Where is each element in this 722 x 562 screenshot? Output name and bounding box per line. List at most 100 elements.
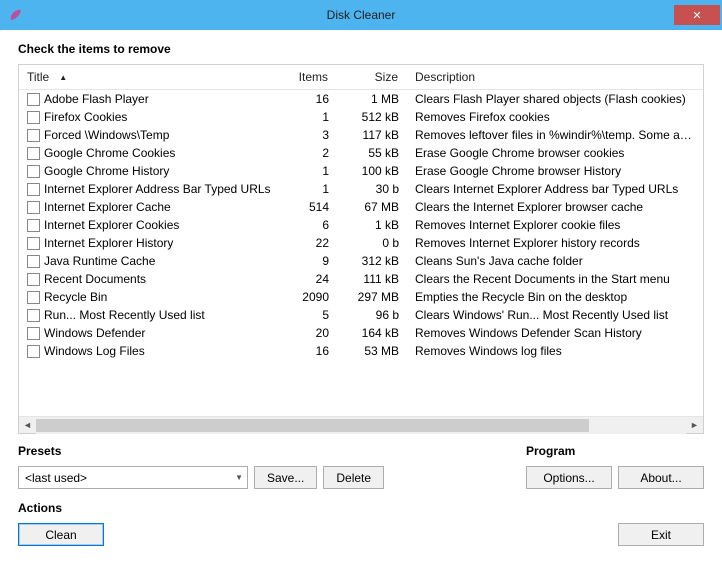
table-row[interactable]: Internet Explorer Cookies 61 kBRemoves In… (19, 216, 703, 234)
row-checkbox[interactable] (27, 183, 40, 196)
table-row[interactable]: Google Chrome Cookies255 kBErase Google … (19, 144, 703, 162)
scroll-right-button[interactable]: ► (686, 417, 703, 434)
row-items: 1 (277, 182, 337, 196)
row-items: 3 (277, 128, 337, 142)
table-row[interactable]: Internet Explorer Cache 51467 MBClears th… (19, 198, 703, 216)
row-checkbox[interactable] (27, 219, 40, 232)
column-header-items[interactable]: Items (277, 65, 337, 89)
scroll-track[interactable] (36, 417, 686, 434)
row-items: 2 (277, 146, 337, 160)
about-button[interactable]: About... (618, 466, 704, 489)
scroll-thumb[interactable] (36, 419, 589, 432)
row-title: Windows Defender (44, 326, 145, 340)
row-items: 6 (277, 218, 337, 232)
row-checkbox[interactable] (27, 345, 40, 358)
row-checkbox[interactable] (27, 111, 40, 124)
row-size: 30 b (337, 182, 407, 196)
row-description: Clears Windows' Run... Most Recently Use… (407, 308, 703, 322)
row-size: 164 kB (337, 326, 407, 340)
row-checkbox[interactable] (27, 129, 40, 142)
row-description: Clears Internet Explorer Address bar Typ… (407, 182, 703, 196)
app-icon (8, 7, 24, 23)
column-header-size[interactable]: Size (337, 65, 407, 89)
column-header-description[interactable]: Description (407, 65, 703, 89)
save-button[interactable]: Save... (254, 466, 317, 489)
row-items: 514 (277, 200, 337, 214)
row-checkbox[interactable] (27, 255, 40, 268)
row-size: 55 kB (337, 146, 407, 160)
row-checkbox[interactable] (27, 291, 40, 304)
table-row[interactable]: Firefox Cookies1512 kBRemoves Firefox co… (19, 108, 703, 126)
sort-ascending-icon: ▲ (59, 73, 67, 82)
exit-button[interactable]: Exit (618, 523, 704, 546)
row-description: Removes Firefox cookies (407, 110, 703, 124)
close-button[interactable]: ✕ (674, 5, 720, 25)
scroll-left-button[interactable]: ◄ (19, 417, 36, 434)
row-size: 53 MB (337, 344, 407, 358)
table-row[interactable]: Internet Explorer History220 bRemoves In… (19, 234, 703, 252)
window-title: Disk Cleaner (327, 8, 396, 22)
row-size: 1 MB (337, 92, 407, 106)
chevron-down-icon: ▼ (235, 473, 243, 482)
table-row[interactable]: Windows Log Files1653 MBRemoves Windows … (19, 342, 703, 360)
row-checkbox[interactable] (27, 273, 40, 286)
horizontal-scrollbar[interactable]: ◄ ► (19, 416, 703, 433)
row-items: 9 (277, 254, 337, 268)
row-description: Erase Google Chrome browser cookies (407, 146, 703, 160)
options-button[interactable]: Options... (526, 466, 612, 489)
row-title: Internet Explorer Cache (44, 200, 171, 214)
row-description: Removes Internet Explorer cookie files (407, 218, 703, 232)
table-row[interactable]: Windows Defender 20164 kBRemoves Windows … (19, 324, 703, 342)
row-size: 67 MB (337, 200, 407, 214)
table-row[interactable]: Forced \Windows\Temp3117 kBRemoves lefto… (19, 126, 703, 144)
titlebar[interactable]: Disk Cleaner ✕ (0, 0, 722, 30)
row-items: 16 (277, 92, 337, 106)
row-items: 22 (277, 236, 337, 250)
table-row[interactable]: Java Runtime Cache9312 kBCleans Sun's Ja… (19, 252, 703, 270)
row-size: 512 kB (337, 110, 407, 124)
row-checkbox[interactable] (27, 327, 40, 340)
row-checkbox[interactable] (27, 201, 40, 214)
row-title: Firefox Cookies (44, 110, 127, 124)
row-description: Empties the Recycle Bin on the desktop (407, 290, 703, 304)
row-items: 24 (277, 272, 337, 286)
row-checkbox[interactable] (27, 165, 40, 178)
table-row[interactable]: Internet Explorer Address Bar Typed URLs… (19, 180, 703, 198)
row-checkbox[interactable] (27, 147, 40, 160)
presets-selected: <last used> (25, 471, 87, 485)
row-title: Recycle Bin (44, 290, 107, 304)
row-title: Internet Explorer Cookies (44, 218, 179, 232)
row-title: Google Chrome History (44, 164, 169, 178)
row-items: 20 (277, 326, 337, 340)
table-row[interactable]: Google Chrome History1100 kBErase Google… (19, 162, 703, 180)
row-size: 312 kB (337, 254, 407, 268)
row-checkbox[interactable] (27, 309, 40, 322)
table-body: Adobe Flash Player161 MBClears Flash Pla… (19, 90, 703, 416)
row-title: Recent Documents (44, 272, 146, 286)
table-row[interactable]: Recycle Bin2090297 MBEmpties the Recycle… (19, 288, 703, 306)
row-description: Clears Flash Player shared objects (Flas… (407, 92, 703, 106)
column-header-title[interactable]: Title ▲ (19, 65, 277, 89)
row-size: 111 kB (337, 272, 407, 286)
actions-label: Actions (18, 501, 704, 515)
table-row[interactable]: Adobe Flash Player 161 MBClears Flash Pla… (19, 90, 703, 108)
row-checkbox[interactable] (27, 93, 40, 106)
clean-button[interactable]: Clean (18, 523, 104, 546)
main-heading: Check the items to remove (18, 42, 704, 56)
row-size: 117 kB (337, 128, 407, 142)
row-description: Removes Windows Defender Scan History (407, 326, 703, 340)
table-row[interactable]: Recent Documents24111 kBClears the Recen… (19, 270, 703, 288)
row-description: Removes leftover files in %windir%\temp.… (407, 128, 703, 142)
row-checkbox[interactable] (27, 237, 40, 250)
row-items: 16 (277, 344, 337, 358)
row-title: Internet Explorer History (44, 236, 173, 250)
row-description: Clears the Internet Explorer browser cac… (407, 200, 703, 214)
delete-button[interactable]: Delete (323, 466, 384, 489)
row-title: Adobe Flash Player (44, 92, 149, 106)
presets-combo[interactable]: <last used> ▼ (18, 466, 248, 489)
row-description: Cleans Sun's Java cache folder (407, 254, 703, 268)
row-size: 1 kB (337, 218, 407, 232)
row-size: 297 MB (337, 290, 407, 304)
column-title-label: Title (27, 70, 49, 84)
table-row[interactable]: Run... Most Recently Used list596 bClear… (19, 306, 703, 324)
